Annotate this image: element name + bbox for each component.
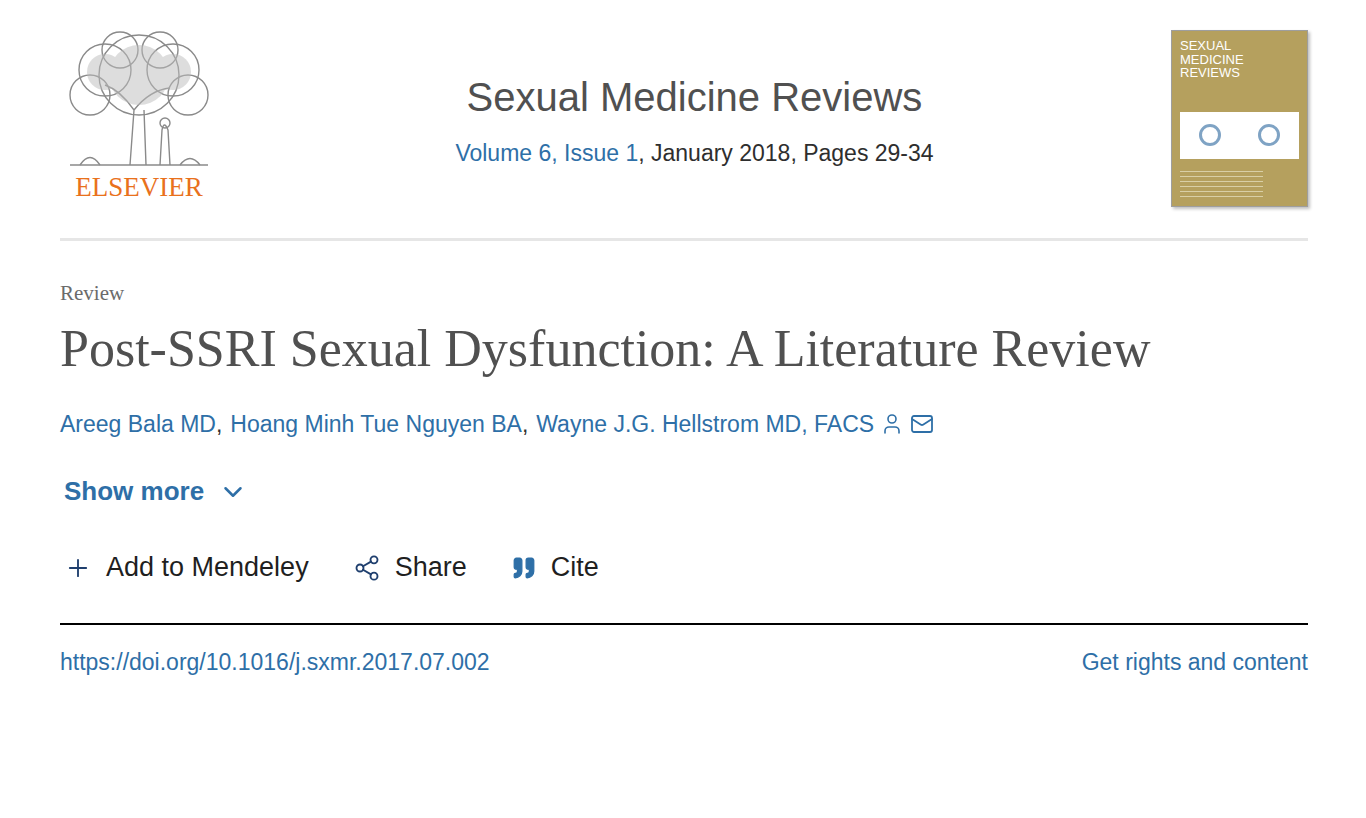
masthead: Sexual Medicine Reviews Volume 6, Issue 1…	[218, 30, 1171, 169]
issue-line: Volume 6, Issue 1, January 2018, Pages 2…	[455, 139, 933, 169]
divider	[60, 623, 1308, 625]
article-title: Post-SSRI Sexual Dysfunction: A Literatu…	[60, 309, 1210, 389]
article-footer: https://doi.org/10.1016/j.sxmr.2017.07.0…	[60, 649, 1308, 676]
elsevier-logo[interactable]: ELSEVIER	[60, 30, 218, 201]
person-icon	[880, 412, 904, 436]
envelope-icon	[910, 412, 934, 436]
issue-details: , January 2018, Pages 29-34	[638, 140, 933, 166]
article-type: Review	[60, 281, 1308, 306]
author-link[interactable]: Wayne J.G. Hellstrom MD, FACS	[536, 408, 934, 440]
action-bar: Add to Mendeley Share Cite	[60, 550, 1308, 585]
cover-dot	[1258, 124, 1280, 146]
cover-lines	[1180, 171, 1263, 198]
cover-title: SEXUAL MEDICINE REVIEWS	[1180, 39, 1262, 80]
show-more-button[interactable]: Show more	[60, 476, 252, 507]
author-link[interactable]: Areeg Bala MD	[60, 408, 216, 440]
add-button[interactable]: Add to Mendeley	[60, 550, 313, 585]
author-link[interactable]: Hoang Minh Tue Nguyen BA	[230, 408, 522, 440]
rights-link[interactable]: Get rights and content	[1082, 649, 1308, 676]
doi-link[interactable]: https://doi.org/10.1016/j.sxmr.2017.07.0…	[60, 649, 490, 676]
share-button[interactable]: Share	[349, 550, 471, 585]
article-page: ELSEVIER Sexual Medicine Reviews Volume 6,…	[0, 0, 1366, 818]
author-separator: ,	[522, 408, 528, 440]
chevron-down-icon	[218, 477, 248, 507]
journal-cover[interactable]: SEXUAL MEDICINE REVIEWS	[1171, 30, 1308, 207]
quote-icon	[511, 555, 537, 581]
journal-header: ELSEVIER Sexual Medicine Reviews Volume 6,…	[60, 30, 1308, 241]
author-separator: ,	[216, 408, 222, 440]
cover-art	[1180, 112, 1299, 159]
cover-dot	[1199, 124, 1221, 146]
issue-link[interactable]: Volume 6, Issue 1	[455, 140, 638, 166]
plus-icon	[64, 554, 92, 582]
logo-wordmark: ELSEVIER	[75, 174, 203, 201]
cite-button[interactable]: Cite	[507, 550, 603, 585]
share-icon	[353, 554, 381, 582]
author-list: Areeg Bala MD,Hoang Minh Tue Nguyen BA,W…	[60, 408, 1308, 440]
journal-name[interactable]: Sexual Medicine Reviews	[467, 73, 923, 121]
elsevier-tree-icon	[60, 30, 218, 170]
